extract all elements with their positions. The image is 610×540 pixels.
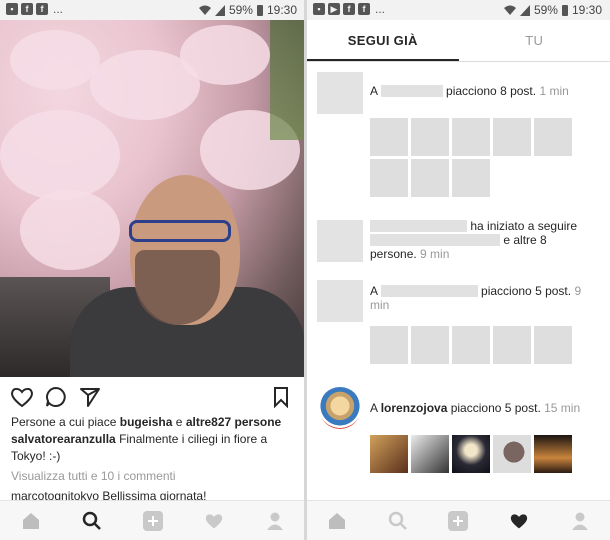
post-thumbnail[interactable]: [452, 118, 490, 156]
comment-icon[interactable]: [45, 386, 67, 408]
clock: 19:30: [266, 3, 297, 17]
redacted-username[interactable]: [380, 85, 443, 97]
likes-line: Persone a cui piace bugeisha e altre827 …: [11, 415, 282, 429]
view-all-comments-link[interactable]: Visualizza tutti e 10 i commenti: [11, 468, 299, 485]
activity-time: 9 min: [420, 247, 450, 261]
bottom-nav: [307, 500, 610, 540]
post-thumbnail[interactable]: [452, 326, 490, 364]
left-phone-screen: ▪ f f ... 59% 19:30 Persone a cui piace …: [0, 0, 305, 540]
facebook-icon: f: [21, 3, 33, 15]
signal-icon: [214, 4, 225, 16]
facebook-icon: f: [36, 3, 48, 15]
post-thumbnail[interactable]: [452, 159, 490, 197]
gallery-icon: ▪: [313, 3, 325, 15]
caption: salvatorearanzulla Finalmente i ciliegi …: [11, 431, 299, 465]
like-heart-icon[interactable]: [10, 386, 34, 408]
bookmark-icon[interactable]: [272, 386, 290, 408]
avatar[interactable]: [317, 220, 363, 262]
post-thumbnail[interactable]: [534, 435, 572, 473]
battery-icon: [256, 4, 263, 16]
bottom-nav: [0, 500, 305, 540]
profile-icon[interactable]: [260, 506, 290, 536]
redacted-username[interactable]: [370, 220, 467, 232]
search-icon[interactable]: [77, 506, 107, 536]
wifi-icon: [503, 5, 516, 15]
battery-percent: 59%: [533, 3, 558, 17]
avatar[interactable]: [317, 72, 363, 114]
activity-item: A lorenzojova piacciono 5 post. 15 min: [370, 401, 581, 415]
signal-icon: [519, 4, 530, 16]
home-icon[interactable]: [16, 506, 46, 536]
post-thumbnail[interactable]: [452, 435, 490, 473]
post-photo[interactable]: [0, 20, 305, 377]
liker-link[interactable]: bugeisha: [120, 415, 173, 429]
post-thumbnail[interactable]: [493, 435, 531, 473]
post-thumbnail[interactable]: [534, 326, 572, 364]
other-likers-link[interactable]: altre827 persone: [186, 415, 281, 429]
avatar[interactable]: [319, 387, 361, 429]
youtube-icon: ▶: [328, 3, 340, 15]
right-phone-screen: ▪ ▶ f f ... 59% 19:30 SEGUI GIÀ TU A pia…: [307, 0, 610, 540]
status-bar: ▪ ▶ f f ... 59% 19:30: [307, 0, 610, 20]
battery-icon: [561, 4, 568, 16]
activity-item: ha iniziato a seguire e altre 8 persone.…: [370, 219, 578, 261]
post-text-block: Persone a cui piace bugeisha e altre827 …: [11, 414, 299, 485]
post-thumbnail[interactable]: [370, 435, 408, 473]
heart-icon[interactable]: [504, 506, 534, 536]
add-icon[interactable]: [443, 506, 473, 536]
heart-icon[interactable]: [199, 506, 229, 536]
post-thumbnail[interactable]: [411, 118, 449, 156]
status-bar: ▪ f f ... 59% 19:30: [0, 0, 305, 20]
facebook-icon: f: [343, 3, 355, 15]
tab-following[interactable]: SEGUI GIÀ: [307, 20, 459, 61]
search-icon[interactable]: [383, 506, 413, 536]
share-send-icon[interactable]: [79, 386, 101, 408]
post-thumbnail[interactable]: [370, 326, 408, 364]
facebook-icon: f: [358, 3, 370, 15]
more-notifications-indicator: ...: [375, 2, 386, 16]
activity-item: A piacciono 8 post. 1 min: [370, 84, 569, 98]
wifi-icon: [198, 5, 211, 15]
add-icon[interactable]: [138, 506, 168, 536]
tab-you[interactable]: TU: [459, 20, 610, 61]
home-icon[interactable]: [322, 506, 352, 536]
app-notification-icon: ▪: [6, 3, 18, 15]
post-thumbnail[interactable]: [370, 118, 408, 156]
post-actions-bar: [0, 383, 305, 411]
username-link[interactable]: lorenzojova: [381, 401, 448, 415]
post-thumbnail[interactable]: [493, 326, 531, 364]
post-thumbnail[interactable]: [411, 159, 449, 197]
profile-icon[interactable]: [565, 506, 595, 536]
redacted-username[interactable]: [370, 234, 500, 246]
battery-percent: 59%: [228, 3, 253, 17]
post-thumbnail[interactable]: [493, 118, 531, 156]
activity-time: 15 min: [544, 401, 581, 415]
post-thumbnail[interactable]: [411, 435, 449, 473]
activity-time: 1 min: [539, 84, 569, 98]
activity-tabs: SEGUI GIÀ TU: [307, 20, 610, 62]
activity-item: A piacciono 5 post. 9 min: [370, 284, 582, 312]
post-thumbnail[interactable]: [370, 159, 408, 197]
post-thumbnail[interactable]: [534, 118, 572, 156]
clock: 19:30: [571, 3, 602, 17]
post-thumbnail[interactable]: [411, 326, 449, 364]
more-notifications-indicator: ...: [53, 2, 64, 16]
avatar[interactable]: [317, 280, 363, 322]
author-link[interactable]: salvatorearanzulla: [11, 432, 116, 446]
redacted-username[interactable]: [380, 285, 478, 297]
